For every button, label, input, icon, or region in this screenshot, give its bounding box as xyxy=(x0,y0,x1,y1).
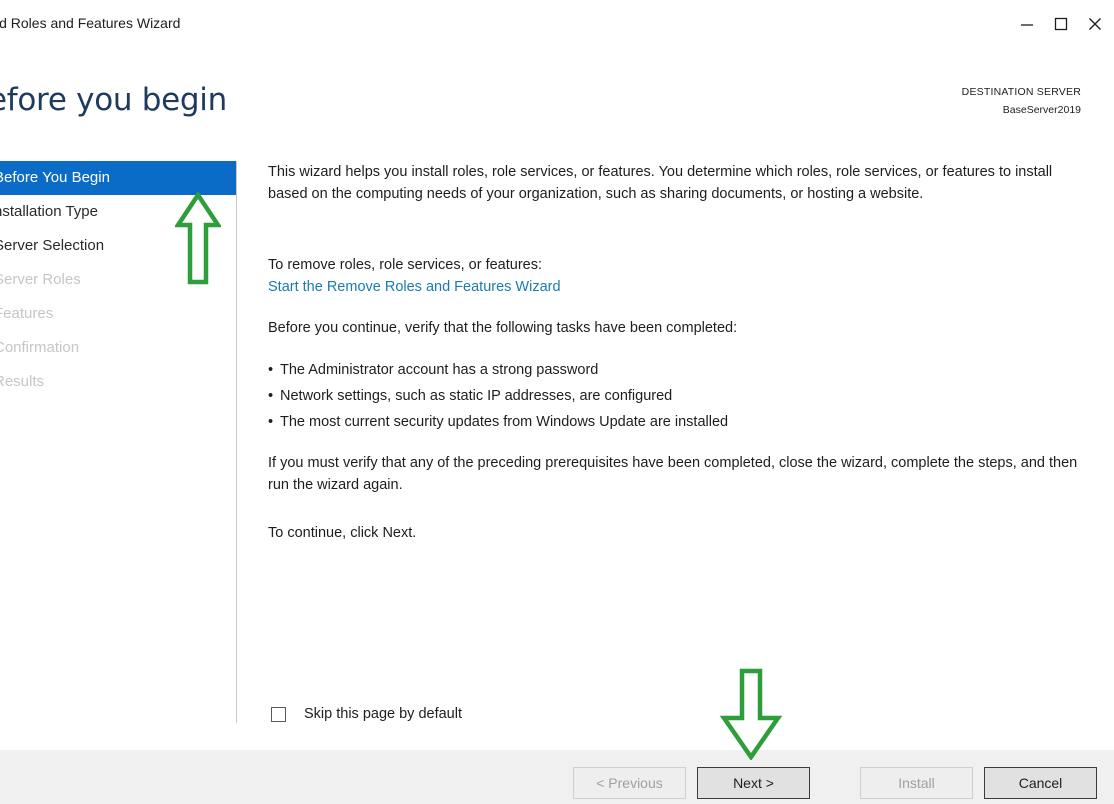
skip-page-option[interactable]: Skip this page by default xyxy=(271,702,462,726)
nav-divider xyxy=(236,161,237,723)
remove-prompt: To remove roles, role services, or featu… xyxy=(268,257,542,273)
nav-step-label: Results xyxy=(0,373,45,390)
annotation-up-arrow-icon xyxy=(173,190,223,291)
wizard-window: ld Roles and Features Wizard efore you b… xyxy=(0,0,1114,804)
prerequisite-note: If you must verify that any of the prece… xyxy=(268,455,1078,493)
prerequisite-list: • The Administrator account has a strong… xyxy=(268,357,728,435)
previous-button: < Previous xyxy=(573,767,686,799)
window-title: ld Roles and Features Wizard xyxy=(0,15,181,31)
list-item-text: The Administrator account has a strong p… xyxy=(280,362,599,378)
bullet: • xyxy=(268,362,274,378)
skip-page-checkbox[interactable] xyxy=(271,706,286,722)
nav-step-label: Server Selection xyxy=(0,237,105,254)
nav-step-before-you-begin[interactable]: Before You Begin xyxy=(0,161,237,195)
verify-prompt: Before you continue, verify that the fol… xyxy=(268,320,738,336)
title-bar: ld Roles and Features Wizard xyxy=(0,0,1114,46)
close-icon xyxy=(1088,17,1102,31)
intro-text: This wizard helps you install roles, rol… xyxy=(268,164,1053,202)
maximize-icon xyxy=(1054,17,1068,31)
destination-server-name: BaseServer2019 xyxy=(1002,104,1081,116)
nav-step-label: Server Roles xyxy=(0,271,81,288)
nav-step-label: Before You Begin xyxy=(0,169,110,186)
skip-page-label: Skip this page by default xyxy=(304,706,462,722)
install-button: Install xyxy=(860,767,973,799)
minimize-icon xyxy=(1020,17,1034,31)
bullet: • xyxy=(268,388,274,404)
nav-step-label: Features xyxy=(0,305,54,322)
cancel-button[interactable]: Cancel xyxy=(984,767,1097,799)
list-item: • The most current security updates from… xyxy=(268,409,728,435)
remove-wizard-link[interactable]: Start the Remove Roles and Features Wiza… xyxy=(268,276,561,298)
bullet: • xyxy=(268,414,274,430)
list-item: • The Administrator account has a strong… xyxy=(268,357,728,383)
close-button[interactable] xyxy=(1075,6,1114,42)
nav-step-features: Features xyxy=(0,297,237,331)
nav-step-label: Confirmation xyxy=(0,339,80,356)
wizard-footer: < Previous Next > Install Cancel xyxy=(0,750,1114,804)
list-item-text: The most current security updates from W… xyxy=(280,414,729,430)
list-item: • Network settings, such as static IP ad… xyxy=(268,383,728,409)
nav-step-confirmation: Confirmation xyxy=(0,331,237,365)
list-item-text: Network settings, such as static IP addr… xyxy=(280,388,673,404)
annotation-down-arrow-icon xyxy=(719,668,783,765)
page-title: efore you begin xyxy=(0,82,227,118)
continue-note: To continue, click Next. xyxy=(268,525,417,541)
nav-step-results: Results xyxy=(0,365,237,399)
destination-server-label: DESTINATION SERVER xyxy=(961,86,1081,98)
nav-step-label: nstallation Type xyxy=(0,203,98,220)
next-button[interactable]: Next > xyxy=(697,767,810,799)
